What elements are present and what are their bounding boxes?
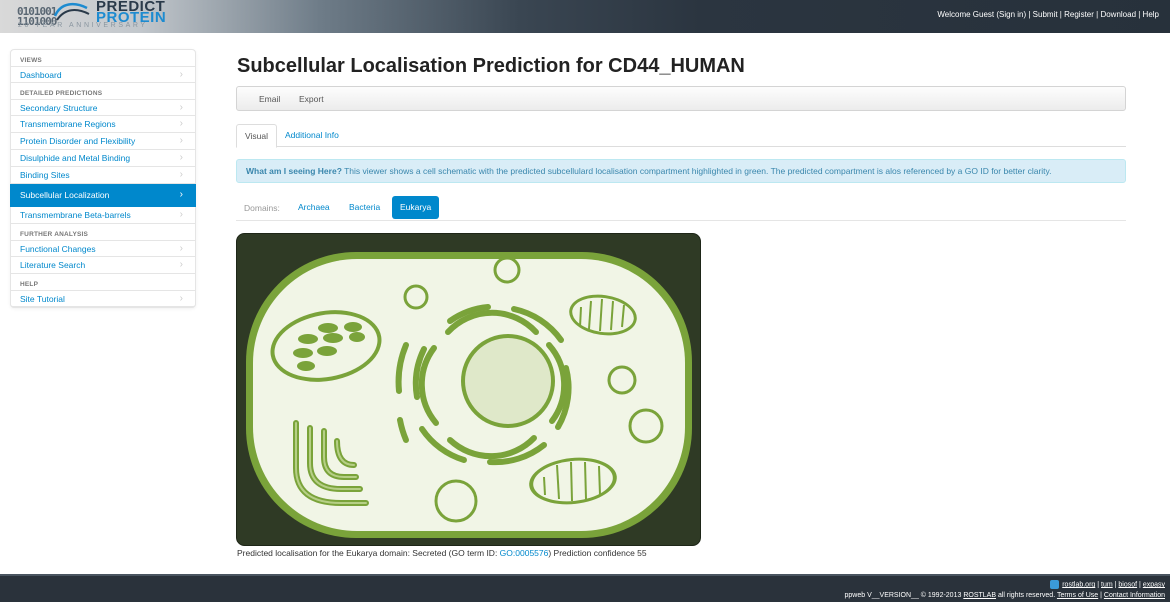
sidebar-item-transmembrane-beta-barrels[interactable]: Transmembrane Beta-barrels › bbox=[10, 207, 196, 224]
footer-links: rostlab.org | tum | biosof | expasy bbox=[1050, 580, 1165, 589]
go-term-link[interactable]: GO:0005576 bbox=[500, 548, 549, 558]
tab-visual[interactable]: Visual bbox=[236, 124, 277, 148]
sidebar-item-label: Secondary Structure bbox=[20, 103, 98, 113]
submit-link[interactable]: Submit bbox=[1033, 10, 1058, 19]
prediction-caption: Predicted localisation for the Eukarya d… bbox=[237, 548, 647, 558]
domain-pill-bacteria[interactable]: Bacteria bbox=[341, 196, 388, 219]
sidebar-nav: VIEWS Dashboard › DETAILED PREDICTIONS Se… bbox=[10, 49, 196, 308]
chevron-right-icon: › bbox=[179, 135, 183, 146]
register-link[interactable]: Register bbox=[1064, 10, 1094, 19]
sidebar-item-label: Functional Changes bbox=[20, 244, 96, 254]
domain-selector: Domains: Archaea Bacteria Eukarya bbox=[236, 196, 1126, 221]
chevron-right-icon: › bbox=[179, 169, 183, 180]
sidebar-item-literature-search[interactable]: Literature Search › bbox=[10, 257, 196, 274]
predictprotein-logo[interactable]: 0101001 1101000 PREDICT PROTEIN 20 YEAR … bbox=[17, 0, 166, 33]
alert-text: This viewer shows a cell schematic with … bbox=[341, 166, 1052, 176]
footer-link-tum[interactable]: tum bbox=[1101, 581, 1113, 588]
contact-information-link[interactable]: Contact Information bbox=[1104, 592, 1165, 599]
logo-swirl-icon bbox=[53, 2, 90, 21]
domain-pill-eukarya[interactable]: Eukarya bbox=[392, 196, 440, 219]
sidebar-item-dashboard[interactable]: Dashboard › bbox=[10, 66, 196, 83]
alert-heading: What am I seeing Here? bbox=[246, 166, 342, 176]
welcome-sign-in-link[interactable]: Welcome Guest (Sign in) bbox=[937, 10, 1026, 19]
export-button[interactable]: Export bbox=[299, 94, 324, 104]
tab-additional-info[interactable]: Additional Info bbox=[277, 124, 347, 148]
sidebar-item-functional-changes[interactable]: Functional Changes › bbox=[10, 240, 196, 257]
sidebar-item-label: Binding Sites bbox=[20, 170, 70, 180]
version-text: ppweb V__VERSION__ © 1992-2013 bbox=[844, 592, 964, 599]
footer-copyright: ppweb V__VERSION__ © 1992-2013 ROSTLAB a… bbox=[844, 592, 1165, 599]
chevron-right-icon: › bbox=[179, 259, 183, 270]
nav-header-detailed-predictions: DETAILED PREDICTIONS bbox=[20, 90, 103, 97]
sidebar-item-label: Subcellular Localization bbox=[20, 190, 110, 200]
nav-header-views: VIEWS bbox=[20, 57, 42, 64]
rostlab-link[interactable]: ROSTLAB bbox=[963, 592, 996, 599]
view-tabs: Visual Additional Info bbox=[236, 124, 1126, 148]
top-links: Welcome Guest (Sign in) | Submit | Regis… bbox=[937, 10, 1159, 19]
caption-confidence: ) Prediction confidence 55 bbox=[548, 548, 647, 558]
domains-label: Domains: bbox=[244, 203, 280, 213]
nav-header-further-analysis: FURTHER ANALYSIS bbox=[20, 231, 89, 238]
caption-text: Predicted localisation for the Eukarya d… bbox=[237, 548, 500, 558]
chevron-right-icon: › bbox=[179, 102, 183, 113]
download-link[interactable]: Download bbox=[1100, 10, 1136, 19]
sidebar-item-label: Protein Disorder and Flexibility bbox=[20, 136, 136, 146]
domain-pill-archaea[interactable]: Archaea bbox=[290, 196, 338, 219]
footer-link-expasy[interactable]: expasy bbox=[1143, 581, 1165, 588]
terms-of-use-link[interactable]: Terms of Use bbox=[1057, 592, 1098, 599]
chevron-right-icon: › bbox=[179, 152, 183, 163]
sidebar-item-transmembrane-regions[interactable]: Transmembrane Regions › bbox=[10, 116, 196, 133]
rights-text: all rights reserved. bbox=[996, 592, 1057, 599]
sidebar-item-subcellular-localization[interactable]: Subcellular Localization › bbox=[10, 184, 196, 207]
footer-link-rostlab-org[interactable]: rostlab.org bbox=[1062, 581, 1095, 588]
nucleus bbox=[465, 338, 551, 424]
top-bar: 0101001 1101000 PREDICT PROTEIN 20 YEAR … bbox=[0, 0, 1170, 33]
chevron-right-icon: › bbox=[179, 69, 183, 80]
sidebar-item-secondary-structure[interactable]: Secondary Structure › bbox=[10, 99, 196, 116]
help-link[interactable]: Help bbox=[1143, 10, 1159, 19]
sidebar-item-label: Literature Search bbox=[20, 260, 86, 270]
sidebar-item-label: Disulphide and Metal Binding bbox=[20, 153, 131, 163]
chevron-right-icon: › bbox=[179, 189, 183, 200]
nav-header-help: HELP bbox=[20, 281, 39, 288]
chevron-right-icon: › bbox=[179, 209, 183, 220]
chevron-right-icon: › bbox=[179, 118, 183, 129]
sidebar-item-label: Dashboard bbox=[20, 70, 62, 80]
twitter-icon[interactable] bbox=[1050, 580, 1060, 589]
action-toolbar: Email Export bbox=[236, 86, 1126, 111]
chevron-right-icon: › bbox=[179, 243, 183, 254]
page-title: Subcellular Localisation Prediction for … bbox=[237, 55, 745, 77]
sidebar-item-label: Transmembrane Regions bbox=[20, 119, 116, 129]
footer-link-biosof[interactable]: biosof bbox=[1118, 581, 1137, 588]
sidebar-item-binding-sites[interactable]: Binding Sites › bbox=[10, 167, 196, 184]
cell-schematic-svg bbox=[236, 233, 701, 546]
sidebar-item-protein-disorder[interactable]: Protein Disorder and Flexibility › bbox=[10, 133, 196, 150]
email-button[interactable]: Email bbox=[259, 94, 280, 104]
chevron-right-icon: › bbox=[179, 293, 183, 304]
logo-tagline: 20 YEAR ANNIVERSARY bbox=[18, 22, 148, 29]
sidebar-item-site-tutorial[interactable]: Site Tutorial › bbox=[10, 290, 196, 307]
sidebar-item-label: Site Tutorial bbox=[20, 294, 65, 304]
cell-schematic bbox=[236, 233, 701, 546]
sidebar-item-label: Transmembrane Beta-barrels bbox=[20, 210, 131, 220]
footer: rostlab.org | tum | biosof | expasy ppwe… bbox=[0, 574, 1170, 602]
info-alert: What am I seeing Here? This viewer shows… bbox=[236, 159, 1126, 183]
sidebar-item-disulphide-metal-binding[interactable]: Disulphide and Metal Binding › bbox=[10, 150, 196, 167]
